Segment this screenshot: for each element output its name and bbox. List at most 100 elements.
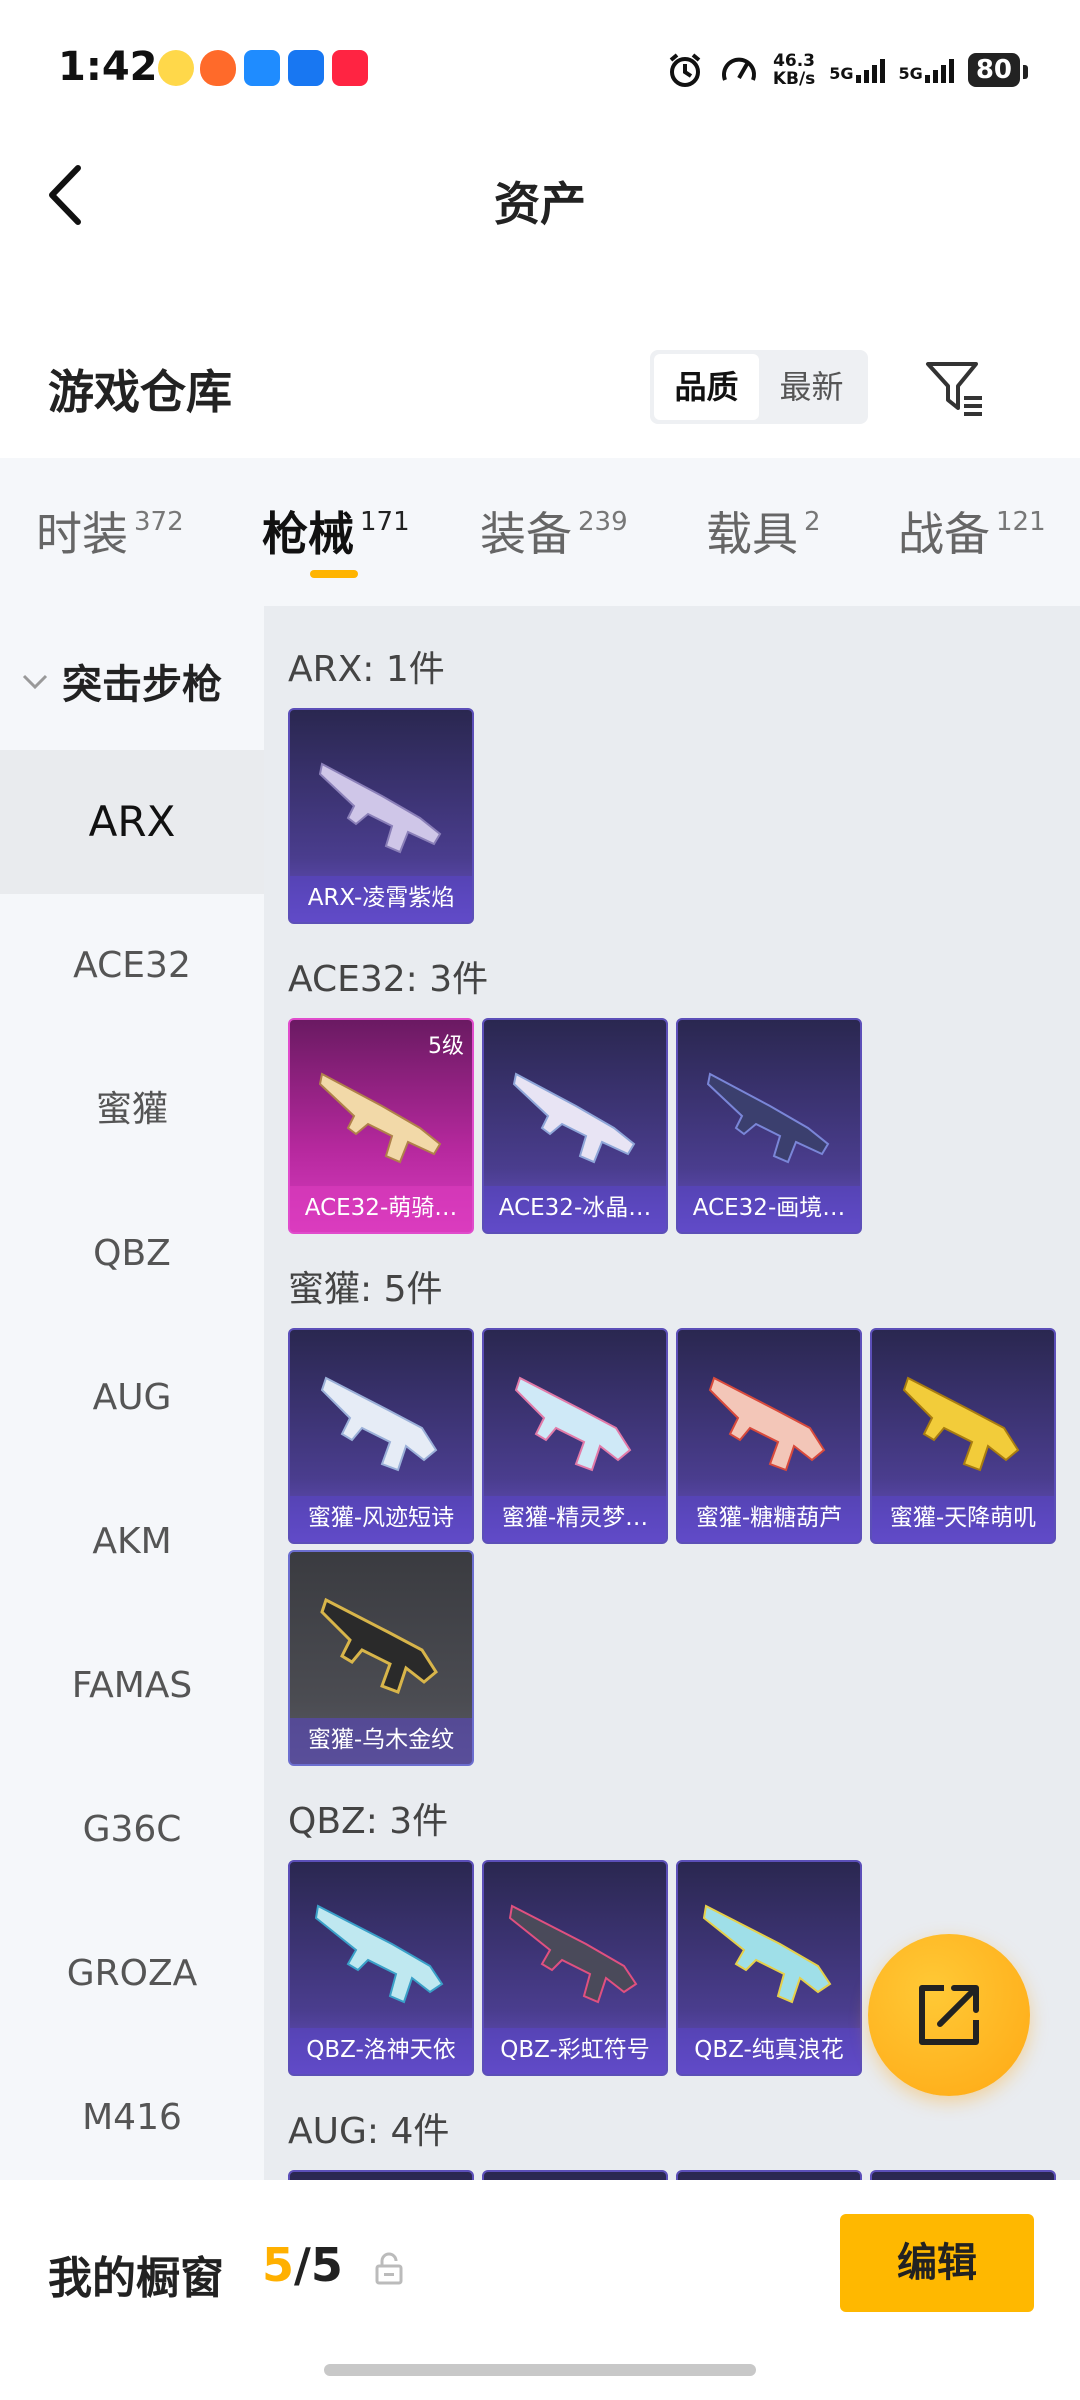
home-indicator[interactable] <box>324 2364 756 2376</box>
smg-skin-icon <box>708 1376 826 1472</box>
skin-card[interactable]: 蜜獾-天降萌叽 <box>870 1328 1056 1544</box>
share-external-icon <box>919 1985 979 2045</box>
category-label: 突击步枪 <box>62 662 222 708</box>
tab-firearms[interactable]: 枪械 171 <box>262 498 410 564</box>
skin-name: 蜜獾-风迹短诗 <box>290 1496 472 1542</box>
tab-supplies[interactable]: 战备 121 <box>898 498 1046 564</box>
skin-name: ACE32-冰晶… <box>484 1186 666 1232</box>
tab-fashion[interactable]: 时装 372 <box>36 498 184 564</box>
sidebar-item-m416[interactable]: M416 <box>0 2046 264 2180</box>
sidebar-item-arx[interactable]: ARX <box>0 750 264 894</box>
signal-bars-icon <box>855 57 885 83</box>
tab-label: 战备 <box>898 507 990 561</box>
filter-icon[interactable] <box>922 356 986 420</box>
tab-label: 时装 <box>36 507 128 561</box>
skin-card[interactable]: ACE32-画境… <box>676 1018 862 1234</box>
rifle-skin-icon <box>318 762 442 854</box>
skin-card[interactable]: ACE32-冰晶… <box>482 1018 668 1234</box>
showcase-count: 5/5 <box>262 2238 343 2292</box>
skin-card[interactable]: 蜜獾-风迹短诗 <box>288 1328 474 1544</box>
tab-count: 171 <box>360 507 410 537</box>
sort-toggle: 品质 最新 <box>650 350 868 424</box>
rifle-skin-icon <box>318 1072 442 1164</box>
sort-quality-option[interactable]: 品质 <box>654 354 759 420</box>
share-floating-button[interactable] <box>868 1934 1030 2096</box>
skin-name: QBZ-洛神天依 <box>290 2028 472 2074</box>
skin-card[interactable]: QBZ-纯真浪花 <box>676 1860 862 2076</box>
skin-card-partial[interactable] <box>676 2170 862 2180</box>
alarm-icon <box>669 53 701 87</box>
skin-card[interactable]: 蜜獾-精灵梦… <box>482 1328 668 1544</box>
skin-card[interactable]: 蜜獾-乌木金纹 <box>288 1550 474 1766</box>
speed-value: 46.3 <box>773 51 816 71</box>
skin-card-partial[interactable] <box>870 2170 1056 2180</box>
skin-name: 蜜獾-乌木金纹 <box>290 1718 472 1764</box>
smg-skin-icon <box>514 1376 632 1472</box>
bunny-app-icon <box>158 50 194 86</box>
tab-count: 2 <box>804 507 821 537</box>
rifle-skin-icon <box>314 1904 444 2004</box>
speed-unit: KB/s <box>772 69 816 89</box>
sidebar-item-groza[interactable]: GROZA <box>0 1902 264 2046</box>
network-speed: 46.3 KB/s <box>773 52 815 88</box>
battery-indicator: 80 <box>967 53 1029 87</box>
rifle-skin-icon <box>706 1072 830 1164</box>
skin-name: 蜜獾-精灵梦… <box>484 1496 666 1542</box>
skin-name: 蜜獾-天降萌叽 <box>872 1496 1054 1542</box>
status-right: 46.3 KB/s 5G 5G 80 <box>665 48 1029 92</box>
blue-app-icon <box>244 50 280 86</box>
skin-name: ACE32-萌骑… <box>290 1186 472 1232</box>
edit-button[interactable]: 编辑 <box>840 2214 1034 2312</box>
showcase-label: 我的橱窗 <box>48 2253 224 2304</box>
category-assault-rifles[interactable]: 突击步枪 <box>18 652 222 710</box>
tab-count: 121 <box>996 507 1046 537</box>
smg-skin-icon <box>320 1376 438 1472</box>
status-bar: 1:42 46.3 KB/s 5G 5G 80 <box>0 0 1080 140</box>
rifle-skin-icon <box>702 1904 832 2004</box>
sidebar-item-akm[interactable]: AKM <box>0 1470 264 1614</box>
skin-card-partial[interactable] <box>288 2170 474 2180</box>
lock-icon <box>375 2252 403 2285</box>
sidebar-item-famas[interactable]: FAMAS <box>0 1614 264 1758</box>
sidebar-item-honey-badger[interactable]: 蜜獾 <box>0 1038 264 1182</box>
sort-latest-option[interactable]: 最新 <box>759 354 864 420</box>
active-tab-indicator <box>310 570 358 578</box>
tab-label: 装备 <box>480 507 572 561</box>
tab-count: 239 <box>578 507 628 537</box>
group-title-honey-badger: 蜜獾: 5件 <box>288 1269 443 1310</box>
chevron-down-icon <box>22 674 48 690</box>
category-tabs: 时装 372 枪械 171 装备 239 载具 2 战备 121 <box>0 458 1080 606</box>
smg-skin-icon <box>902 1376 1020 1472</box>
skin-card[interactable]: QBZ-彩虹符号 <box>482 1860 668 2076</box>
signal-bars-icon <box>924 57 954 83</box>
signal-1: 5G <box>829 57 885 83</box>
tab-equipment[interactable]: 装备 239 <box>480 498 628 564</box>
sidebar-item-ace32[interactable]: ACE32 <box>0 894 264 1038</box>
sidebar-item-qbz[interactable]: QBZ <box>0 1182 264 1326</box>
group-title-qbz: QBZ: 3件 <box>288 1801 449 1842</box>
group-title-aug: AUG: 4件 <box>288 2111 450 2152</box>
net-type-2: 5G <box>898 64 923 83</box>
skin-card[interactable]: 蜜獾-糖糖葫芦 <box>676 1328 862 1544</box>
page-title: 资产 <box>494 177 586 231</box>
net-type-1: 5G <box>829 64 854 83</box>
tab-vehicles[interactable]: 载具 2 <box>706 498 821 564</box>
skin-card[interactable]: 5级 ACE32-萌骑… <box>288 1018 474 1234</box>
tab-label: 载具 <box>706 507 798 561</box>
signal-2: 5G <box>899 57 954 83</box>
skin-name: QBZ-彩虹符号 <box>484 2028 666 2074</box>
group-title-ace32: ACE32: 3件 <box>288 959 489 1000</box>
smg-skin-icon <box>320 1597 438 1694</box>
sidebar-item-aug[interactable]: AUG <box>0 1326 264 1470</box>
showcase-total: 5 <box>310 2238 343 2292</box>
showcase-separator: / <box>294 2238 311 2292</box>
rifle-skin-icon <box>512 1072 636 1164</box>
skin-card[interactable]: ARX-凌霄紫焰 <box>288 708 474 924</box>
skin-name: 蜜獾-糖糖葫芦 <box>678 1496 860 1542</box>
redbook-app-icon <box>332 50 368 86</box>
rifle-skin-icon <box>508 1904 638 2004</box>
blue-arrow-app-icon <box>288 50 324 86</box>
sidebar-item-g36c[interactable]: G36C <box>0 1758 264 1902</box>
skin-card[interactable]: QBZ-洛神天依 <box>288 1860 474 2076</box>
skin-card-partial[interactable] <box>482 2170 668 2180</box>
